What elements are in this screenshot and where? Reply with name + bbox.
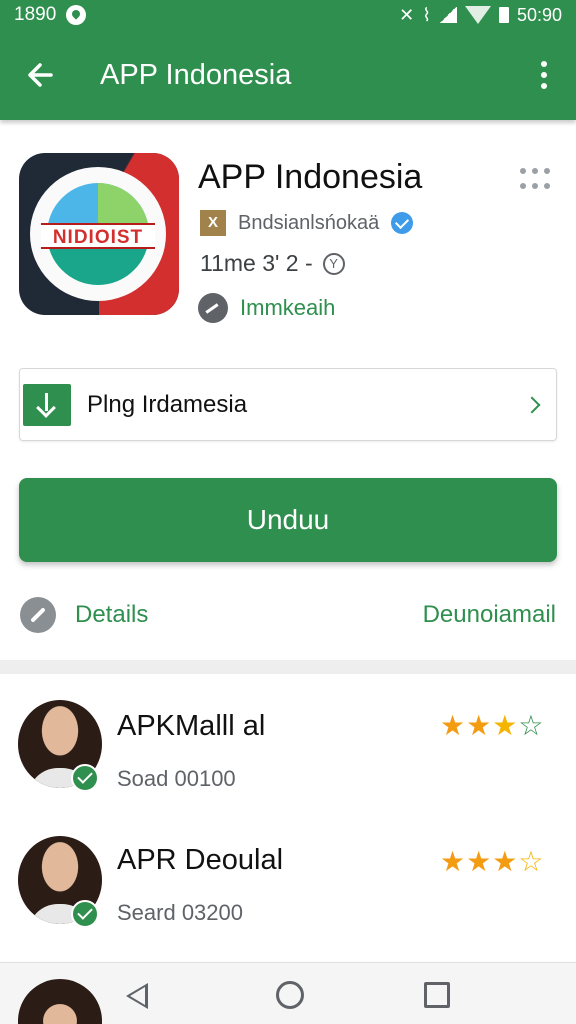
verified-badge-icon [71, 764, 99, 792]
star-icon: ★ [440, 846, 466, 877]
details-row: Details Deunoiamail [20, 594, 556, 636]
verified-icon [391, 212, 414, 234]
reviewer-name: APR Deoulal [117, 844, 284, 876]
avatar [18, 979, 102, 1024]
nav-recents-icon[interactable] [424, 982, 450, 1008]
star-rating: ★ ★ ★ ☆ [440, 712, 543, 740]
app-name: APP Indonesia [198, 158, 423, 196]
review-item[interactable]: APR Deoulal Seard 03200 ★ ★ ★ ☆ [0, 836, 576, 946]
wrench-icon [20, 597, 56, 633]
status-icon [198, 293, 228, 323]
star-half-icon: ★ [492, 710, 518, 741]
status-right-text: 50:90 [516, 4, 562, 25]
details-link[interactable]: Details [75, 601, 148, 629]
app-bar: APP Indonesia [0, 30, 576, 120]
review-meta: Soad 00100 [117, 766, 236, 791]
star-rating: ★ ★ ★ ☆ [440, 848, 543, 876]
nav-back-icon[interactable] [126, 983, 148, 1009]
developer-icon: X [200, 210, 226, 236]
verified-badge-icon [71, 900, 99, 928]
star-icon: ★ [492, 846, 518, 877]
nfc-icon: ✕ [399, 4, 415, 25]
battery-icon [498, 7, 509, 23]
review-meta: Seard 03200 [117, 900, 243, 925]
install-status-row: Immkeaih [198, 293, 335, 323]
nav-home-icon[interactable] [276, 981, 304, 1009]
system-nav-bar [0, 962, 576, 1024]
grid-menu-icon[interactable] [520, 168, 554, 190]
reviewer-name: APKMalll al [117, 710, 266, 742]
link-card[interactable]: Plng Irdamesia [19, 368, 557, 441]
status-bar: 1890 ✕ ⌇ 50:90 [0, 0, 576, 30]
download-button[interactable]: Unduu [19, 478, 557, 562]
signal-icon [438, 7, 457, 23]
app-logo: NIDIOIST [19, 153, 179, 315]
install-status: Immkeaih [240, 295, 336, 320]
status-time: 1890 [14, 4, 57, 25]
app-meta-row: 11me 3' 2 - Y [200, 250, 345, 277]
arrow-left-icon [28, 63, 53, 87]
star-icon: ★ [440, 710, 466, 741]
more-vert-icon[interactable] [532, 55, 556, 95]
star-empty-icon: ☆ [518, 710, 544, 741]
download-icon [23, 383, 71, 426]
chevron-right-icon [523, 396, 541, 413]
star-half-icon: ☆ [518, 846, 544, 877]
info-icon[interactable]: Y [322, 252, 345, 275]
star-icon: ★ [466, 846, 492, 877]
section-divider [0, 660, 576, 674]
vibrate-icon: ⌇ [422, 4, 431, 25]
app-meta: 11me 3' 2 - [200, 250, 313, 276]
star-icon: ★ [466, 710, 492, 741]
secondary-link[interactable]: Deunoiamail [423, 601, 556, 629]
notification-dot-icon [66, 5, 87, 25]
review-item[interactable]: APKMalll al Soad 00100 ★ ★ ★ ☆ [0, 700, 576, 810]
developer-name: Bndsianlsńokaä [238, 211, 380, 234]
developer-row[interactable]: X Bndsianlsńokaä [200, 210, 414, 236]
page-title: APP Indonesia [100, 58, 292, 91]
link-card-label: Plng Irdamesia [87, 390, 248, 418]
app-logo-text: NIDIOIST [41, 223, 155, 249]
wifi-icon [464, 6, 491, 24]
back-button[interactable] [10, 45, 70, 105]
